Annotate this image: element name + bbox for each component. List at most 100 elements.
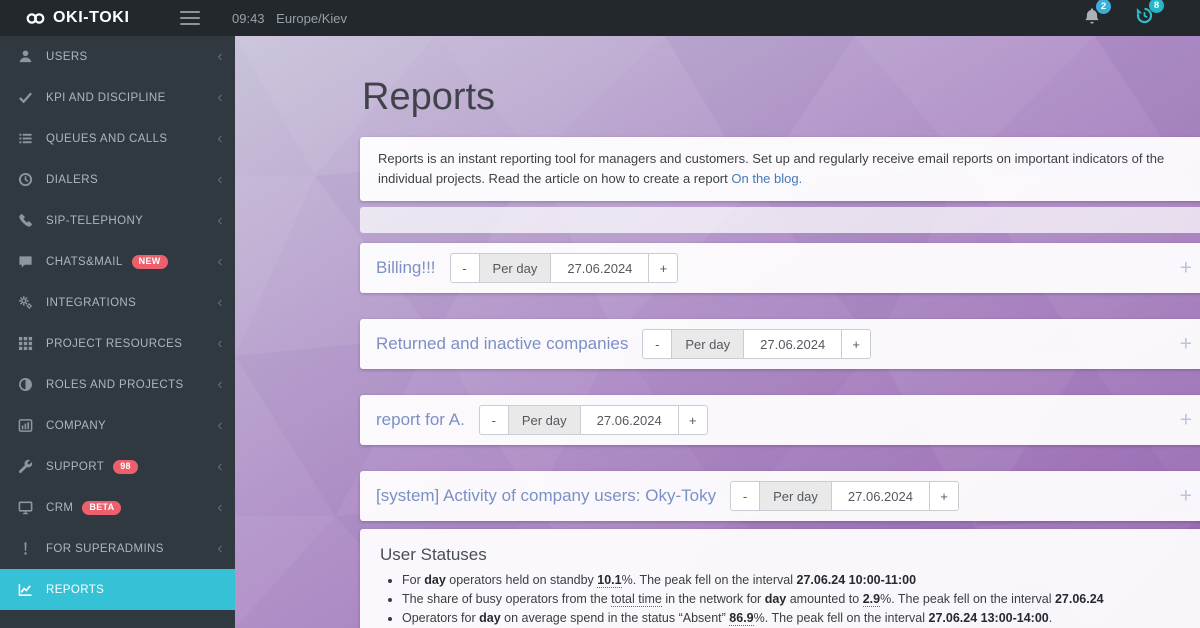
gears-icon <box>18 295 34 311</box>
status-bullet: Operators for day on average spend in th… <box>402 611 1200 625</box>
chevron-left-icon: ‹ <box>217 90 223 106</box>
add-icon[interactable]: + <box>1180 410 1192 431</box>
sidebar-item-kpi-and-discipline[interactable]: KPI AND DISCIPLINE‹ <box>0 77 235 118</box>
report-title[interactable]: report for A. <box>376 410 465 430</box>
blog-link[interactable]: On the blog. <box>731 171 802 186</box>
line-chart-icon <box>18 582 34 598</box>
status-text-segment: 86.9 <box>729 611 753 626</box>
period-next-button[interactable]: + <box>841 329 871 359</box>
user-statuses-title: User Statuses <box>380 545 1200 565</box>
chevron-left-icon: ‹ <box>217 459 223 475</box>
sidebar-item-support[interactable]: SUPPORT98‹ <box>0 446 235 487</box>
period-select-button[interactable]: Per day <box>759 481 832 511</box>
chevron-left-icon: ‹ <box>217 213 223 229</box>
intro-text-line1: Reports is an instant reporting tool for… <box>378 149 1200 169</box>
chevron-left-icon: ‹ <box>217 131 223 147</box>
sidebar-item-label: ROLES AND PROJECTS <box>46 379 184 391</box>
period-select-button[interactable]: Per day <box>671 329 744 359</box>
sidebar-item-label: QUEUES AND CALLS <box>46 133 167 145</box>
date-button[interactable]: 27.06.2024 <box>580 405 679 435</box>
status-text-segment: total time <box>611 592 662 607</box>
sidebar-item-for-superadmins[interactable]: FOR SUPERADMINS‹ <box>0 528 235 569</box>
topbar: OKI-TOKI 09:43 Europe/Kiev 2 <box>0 0 1200 36</box>
oki-toki-logo-icon <box>26 12 45 25</box>
report-title[interactable]: Billing!!! <box>376 258 436 278</box>
sidebar-item-users[interactable]: USERS‹ <box>0 36 235 77</box>
sidebar-item-queues-and-calls[interactable]: QUEUES AND CALLS ‹ <box>0 118 235 159</box>
period-next-button[interactable]: + <box>648 253 678 283</box>
report-title[interactable]: Returned and inactive companies <box>376 334 628 354</box>
sidebar-item-label: CRM <box>46 502 73 514</box>
add-icon[interactable]: + <box>1180 334 1192 355</box>
period-prev-button[interactable]: - <box>730 481 760 511</box>
chevron-left-icon: ‹ <box>217 418 223 434</box>
exclamation-icon <box>18 541 34 557</box>
intro-card: Reports is an instant reporting tool for… <box>360 137 1200 201</box>
period-next-button[interactable]: + <box>929 481 959 511</box>
timezone-label: Europe/Kiev <box>276 11 347 26</box>
period-prev-button[interactable]: - <box>479 405 509 435</box>
sidebar-item-company[interactable]: COMPANY‹ <box>0 405 235 446</box>
status-text-segment: operators held on standby <box>446 573 598 587</box>
report-title[interactable]: [system] Activity of company users: Oky-… <box>376 486 716 506</box>
sidebar-item-crm[interactable]: CRMBETA‹ <box>0 487 235 528</box>
sidebar-item-reports[interactable]: REPORTS <box>0 569 235 610</box>
notifications-button[interactable]: 2 <box>1083 7 1101 30</box>
period-select-button[interactable]: Per day <box>479 253 552 283</box>
period-select-button[interactable]: Per day <box>508 405 581 435</box>
chevron-left-icon: ‹ <box>217 377 223 393</box>
status-text-segment: in the network for <box>662 592 765 606</box>
report-row: [system] Activity of company users: Oky-… <box>360 471 1200 521</box>
status-text-segment: %. The peak fell on the interval <box>622 573 797 587</box>
user-statuses-card: User Statuses For day operators held on … <box>360 529 1200 628</box>
chevron-left-icon: ‹ <box>217 254 223 270</box>
sidebar-badge: BETA <box>82 501 121 515</box>
brand-name: OKI-TOKI <box>53 9 130 27</box>
report-row: Returned and inactive companies-Per day2… <box>360 319 1200 369</box>
sidebar: USERS‹KPI AND DISCIPLINE‹QUEUES AND CALL… <box>0 36 235 628</box>
status-text-segment: 27.06.24 <box>1055 592 1104 606</box>
sidebar-menu: USERS‹KPI AND DISCIPLINE‹QUEUES AND CALL… <box>0 36 235 610</box>
status-text-segment: For <box>402 573 424 587</box>
report-row: report for A.-Per day27.06.2024++ <box>360 395 1200 445</box>
clock-timezone: 09:43 Europe/Kiev <box>232 11 347 26</box>
add-icon[interactable]: + <box>1180 258 1192 279</box>
period-controls: -Per day27.06.2024+ <box>730 481 959 511</box>
period-next-button[interactable]: + <box>678 405 708 435</box>
sidebar-item-dialers[interactable]: DIALERS‹ <box>0 159 235 200</box>
date-button[interactable]: 27.06.2024 <box>831 481 930 511</box>
date-button[interactable]: 27.06.2024 <box>743 329 842 359</box>
chevron-left-icon: ‹ <box>217 172 223 188</box>
period-controls: -Per day27.06.2024+ <box>479 405 708 435</box>
status-text-segment: 27.06.24 13:00-14:00 <box>929 611 1049 625</box>
status-text-segment: amounted to <box>786 592 862 606</box>
period-controls: -Per day27.06.2024+ <box>450 253 679 283</box>
chevron-left-icon: ‹ <box>217 336 223 352</box>
status-text-segment: on average spend in the status “Absent” <box>501 611 730 625</box>
user-icon <box>18 49 34 65</box>
wrench-icon <box>18 459 34 475</box>
date-button[interactable]: 27.06.2024 <box>550 253 649 283</box>
notifications-count-badge: 2 <box>1096 0 1111 14</box>
brand[interactable]: OKI-TOKI <box>0 9 170 27</box>
sidebar-badge: 98 <box>113 460 138 474</box>
sidebar-item-roles-and-projects[interactable]: ROLES AND PROJECTS ‹ <box>0 364 235 405</box>
add-icon[interactable]: + <box>1180 486 1192 507</box>
hamburger-menu-icon[interactable] <box>180 11 200 25</box>
sidebar-item-project-resources[interactable]: PROJECT RESOURCES‹ <box>0 323 235 364</box>
reports-list-header <box>360 207 1200 233</box>
sidebar-item-sip-telephony[interactable]: SIP-TELEPHONY‹ <box>0 200 235 241</box>
period-prev-button[interactable]: - <box>642 329 672 359</box>
sidebar-item-integrations[interactable]: INTEGRATIONS‹ <box>0 282 235 323</box>
status-text-segment: day <box>765 592 787 606</box>
period-prev-button[interactable]: - <box>450 253 480 283</box>
intro-text: individual projects. Read the article on… <box>378 171 731 186</box>
period-controls: -Per day27.06.2024+ <box>642 329 871 359</box>
call-history-button[interactable]: 8 <box>1135 6 1154 30</box>
chevron-left-icon: ‹ <box>217 541 223 557</box>
status-text-segment: %. The peak fell on the interval <box>880 592 1055 606</box>
check-icon <box>18 90 34 106</box>
sidebar-item-chats-mail[interactable]: CHATS&MAILNEW‹ <box>0 241 235 282</box>
current-time: 09:43 <box>232 11 265 26</box>
main-area: Reports Reports is an instant reporting … <box>235 36 1200 628</box>
